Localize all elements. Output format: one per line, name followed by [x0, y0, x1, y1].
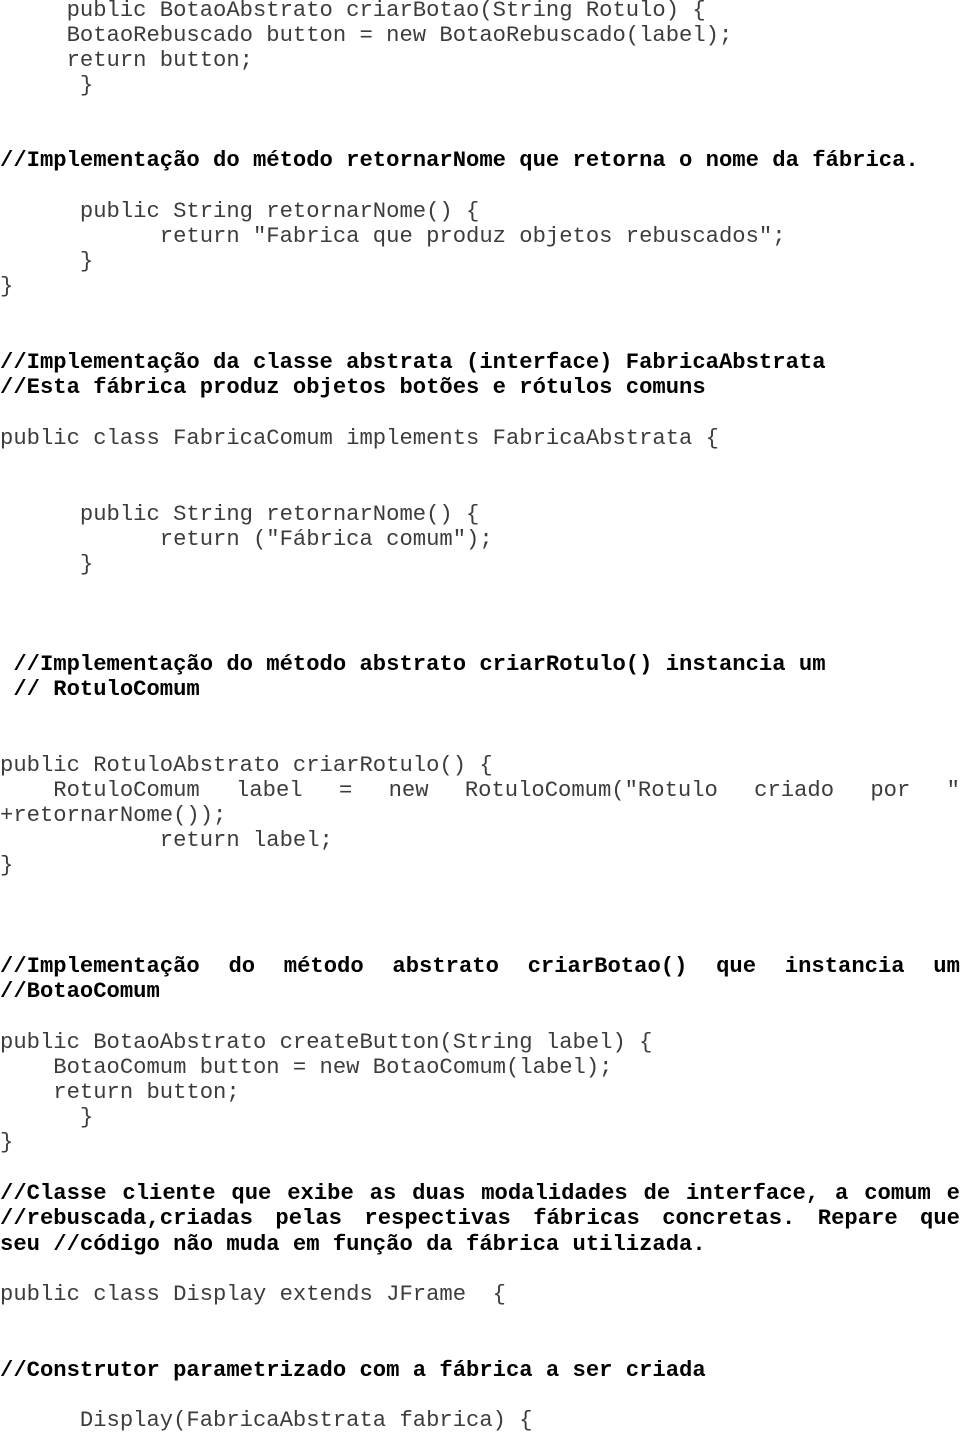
- comment-word: //rebuscada,criadas: [0, 1206, 253, 1231]
- code-line: }: [0, 73, 94, 98]
- code-line: public BotaoAbstrato createButton(String…: [0, 1030, 653, 1055]
- comment-word: as: [369, 1181, 397, 1206]
- comment-line: //Construtor parametrizado com a fábrica…: [0, 1358, 706, 1383]
- code-line: +retornarNome());: [0, 803, 227, 828]
- code-line: public String retornarNome() {: [0, 502, 480, 527]
- code-line: return button;: [0, 1080, 240, 1105]
- code-line: public BotaoAbstrato criarBotao(String R…: [0, 0, 706, 23]
- code-line: }: [0, 552, 94, 577]
- comment-word: que: [920, 1206, 960, 1231]
- comment-line-justified: //Classe cliente que exibe as duas modal…: [0, 1181, 960, 1206]
- comment-word: fábricas: [533, 1206, 640, 1231]
- comment-line: //Implementação do método retornarNome q…: [0, 148, 919, 173]
- code-word: RotuloComum("Rotulo: [464, 778, 718, 803]
- comment-word: duas: [412, 1181, 466, 1206]
- code-line: }: [0, 249, 94, 274]
- comment-line-justified: //Implementação do método abstrato criar…: [0, 954, 960, 979]
- code-line: BotaoComum button = new BotaoComum(label…: [0, 1055, 613, 1080]
- code-line: public String retornarNome() {: [0, 199, 480, 224]
- comment-word: cliente: [122, 1181, 216, 1206]
- comment-word: método: [283, 954, 364, 979]
- comment-word: concretas.: [662, 1206, 796, 1231]
- comment-line: //Esta fábrica produz objetos botões e r…: [0, 375, 706, 400]
- code-line: public RotuloAbstrato criarRotulo() {: [0, 753, 493, 778]
- code-word: ": [946, 778, 960, 803]
- comment-word: e: [946, 1181, 960, 1206]
- comment-word: interface,: [686, 1181, 820, 1206]
- comment-word: instancia: [784, 954, 905, 979]
- code-line: }: [0, 853, 14, 878]
- comment-word: //Classe: [0, 1181, 107, 1206]
- code-word: =: [338, 778, 353, 803]
- comment-word: um: [933, 954, 960, 979]
- comment-word: respectivas: [364, 1206, 511, 1231]
- comment-line: seu //código não muda em função da fábri…: [0, 1232, 706, 1257]
- code-line: return button;: [0, 48, 253, 73]
- comment-word: comum: [864, 1181, 931, 1206]
- comment-word: de: [643, 1181, 671, 1206]
- comment-line: //Implementação do método abstrato criar…: [0, 652, 826, 677]
- comment-word: que: [231, 1181, 272, 1206]
- code-line: }: [0, 1105, 94, 1130]
- code-word: RotuloComum: [0, 778, 200, 803]
- comment-word: que: [716, 954, 757, 979]
- code-line-justified: RotuloComum label = new RotuloComum("Rot…: [0, 778, 960, 803]
- code-line: public class Display extends JFrame {: [0, 1282, 506, 1307]
- comment-line-justified: //rebuscada,criadas pelas respectivas fá…: [0, 1206, 960, 1231]
- code-line: public class FabricaComum implements Fab…: [0, 426, 719, 451]
- comment-word: modalidades: [481, 1181, 628, 1206]
- code-word: new: [388, 778, 429, 803]
- comment-word: abstrato: [392, 954, 499, 979]
- code-line: }: [0, 274, 14, 299]
- code-word: label: [236, 778, 303, 803]
- comment-word: do: [228, 954, 256, 979]
- comment-word: a: [835, 1181, 849, 1206]
- comment-word: Repare: [817, 1206, 898, 1231]
- comment-word: criarBotao(): [527, 954, 688, 979]
- comment-line: //BotaoComum: [0, 979, 160, 1004]
- comment-word: exibe: [287, 1181, 354, 1206]
- comment-word: pelas: [275, 1206, 342, 1231]
- code-line: BotaoRebuscado button = new BotaoRebusca…: [0, 23, 733, 48]
- code-word: por: [870, 778, 911, 803]
- comment-line: //Implementação da classe abstrata (inte…: [0, 350, 826, 375]
- comment-line: // RotuloComum: [0, 677, 200, 702]
- code-line: return "Fabrica que produz objetos rebus…: [0, 224, 786, 249]
- code-line: return label;: [0, 828, 333, 853]
- code-line: }: [0, 1130, 14, 1155]
- code-line: Display(FabricaAbstrata fabrica) {: [0, 1408, 533, 1433]
- comment-word: //Implementação: [0, 954, 200, 979]
- code-line: return ("Fábrica comum");: [0, 527, 493, 552]
- code-word: criado: [754, 778, 835, 803]
